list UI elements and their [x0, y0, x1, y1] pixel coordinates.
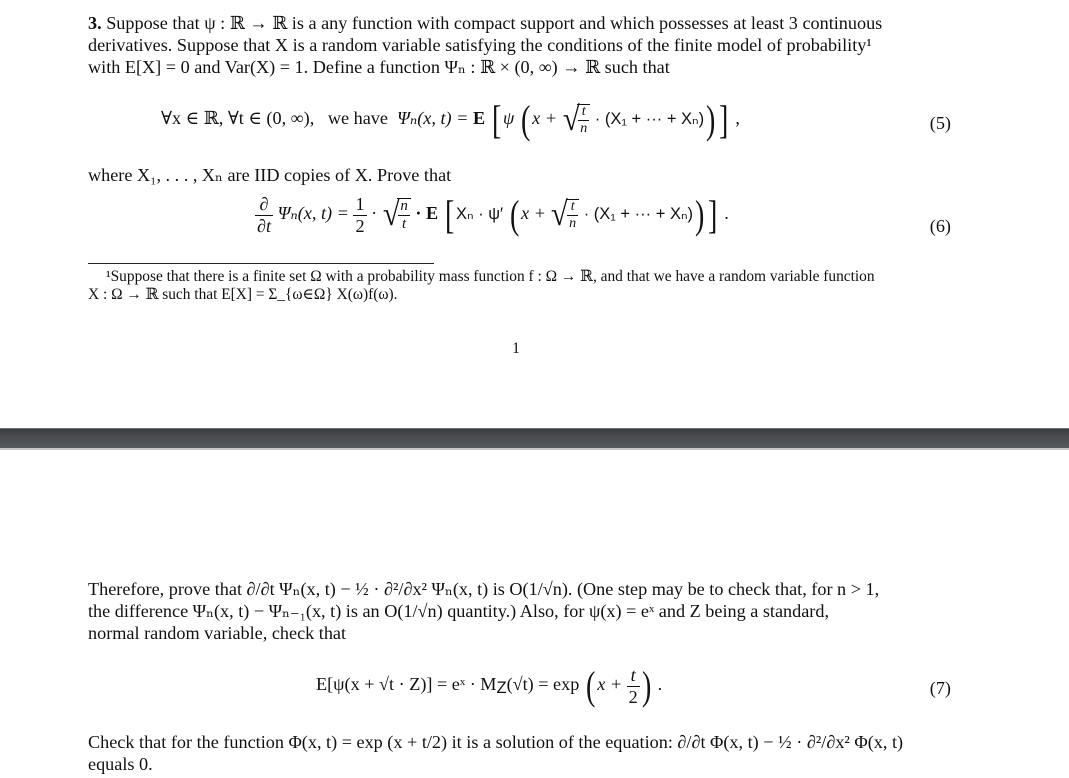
therefore-paragraph: Therefore, prove that ∂/∂t Ψₙ(x, t) − ½ …	[88, 578, 954, 644]
eq5-sum: · (X₁ + ··· + Xₙ)	[594, 110, 705, 129]
footnote-line-1: ¹Suppose that there is a finite set Ω wi…	[106, 268, 875, 285]
eq6-lhs: Ψₙ(x, t) =	[277, 203, 349, 224]
therefore-line-2: the difference Ψₙ(x, t) − Ψₙ₋₁(x, t) is …	[88, 601, 830, 621]
problem-line-3: with E[X] = 0 and Var(X) = 1. Define a f…	[88, 57, 670, 77]
partial-t: ∂ ∂t	[255, 194, 274, 236]
sqrt-t-over-n: √ t n	[550, 198, 580, 232]
bracket-close: ]	[708, 192, 718, 237]
check-line-1: Check that for the function Φ(x, t) = ex…	[88, 732, 904, 752]
eq6-sum: · (X₁ + ··· + Xₙ)	[583, 205, 694, 224]
paren-close: )	[641, 663, 652, 708]
paren-close: )	[695, 192, 705, 237]
paren-open: (	[520, 97, 531, 142]
eq5-quantifiers: ∀x ∈ ℝ, ∀t ∈ (0, ∞),	[161, 108, 315, 129]
equation-5: ∀x ∈ ℝ, ∀t ∈ (0, ∞), we have Ψₙ(x, t) = …	[161, 97, 740, 142]
page-separator	[0, 428, 1069, 450]
footnote: ¹Suppose that there is a finite set Ω wi…	[88, 268, 954, 304]
eq6-expectation: · E	[415, 203, 439, 224]
paren-open: (	[509, 192, 520, 237]
therefore-line-3: normal random variable, check that	[88, 623, 347, 643]
where-line: where X₁, . . . , Xₙ are IID copies of X…	[88, 165, 452, 185]
problem-line-1: 3. Suppose that ψ : ℝ → ℝ is a any funct…	[88, 13, 883, 33]
document-page-1: 3. Suppose that ψ : ℝ → ℝ is a any funct…	[0, 0, 1069, 428]
equation-7: E[ψ(x + √t · Z)] = eˣ · MZ(√t) = exp (x …	[316, 663, 663, 708]
equation-number-6: (6)	[929, 216, 951, 236]
eq7-mgf: (√t) = exp	[506, 674, 580, 695]
check-paragraph: Check that for the function Φ(x, t) = ex…	[88, 731, 954, 775]
eq5-we-have: we have	[327, 108, 388, 129]
t-over-2: t2	[626, 665, 640, 707]
eq5-expectation: E	[472, 108, 486, 129]
document-page-2: Therefore, prove that ∂/∂t Ψₙ(x, t) − ½ …	[0, 450, 1069, 778]
problem-line-2: derivatives. Suppose that X is a random …	[88, 35, 872, 55]
equation-number-7: (7)	[929, 678, 951, 698]
footnote-rule	[88, 263, 434, 264]
eq5-lhs: Ψₙ(x, t) =	[397, 108, 469, 129]
page-number: 1	[512, 340, 520, 357]
footnote-line-2: X : Ω → ℝ such that E[X] = Σ_{ω∈Ω} X(ω)f…	[88, 286, 398, 303]
check-line-2: equals 0.	[88, 754, 153, 774]
bracket-close: ]	[719, 97, 729, 142]
therefore-line-1: Therefore, prove that ∂/∂t Ψₙ(x, t) − ½ …	[88, 579, 880, 599]
bracket-open: [	[444, 192, 455, 237]
one-half: 12	[353, 194, 367, 236]
eq7-lhs: E[ψ(x + √t · Z)] = eˣ · M	[316, 674, 497, 695]
problem-number: 3.	[88, 13, 102, 33]
paren-open: (	[585, 663, 596, 708]
bracket-open: [	[491, 97, 501, 142]
problem-statement: 3. Suppose that ψ : ℝ → ℝ is a any funct…	[88, 12, 954, 78]
paren-close: )	[706, 97, 716, 142]
psi: ψ	[502, 108, 515, 129]
eq5-x-plus: x +	[532, 108, 558, 129]
equation-number-5: (5)	[929, 113, 951, 133]
sqrt-t-over-n: √ t n	[562, 103, 591, 137]
sqrt-n-over-t: √ n t	[382, 198, 411, 232]
eq6-inner: Xₙ · ψ′	[456, 205, 504, 224]
